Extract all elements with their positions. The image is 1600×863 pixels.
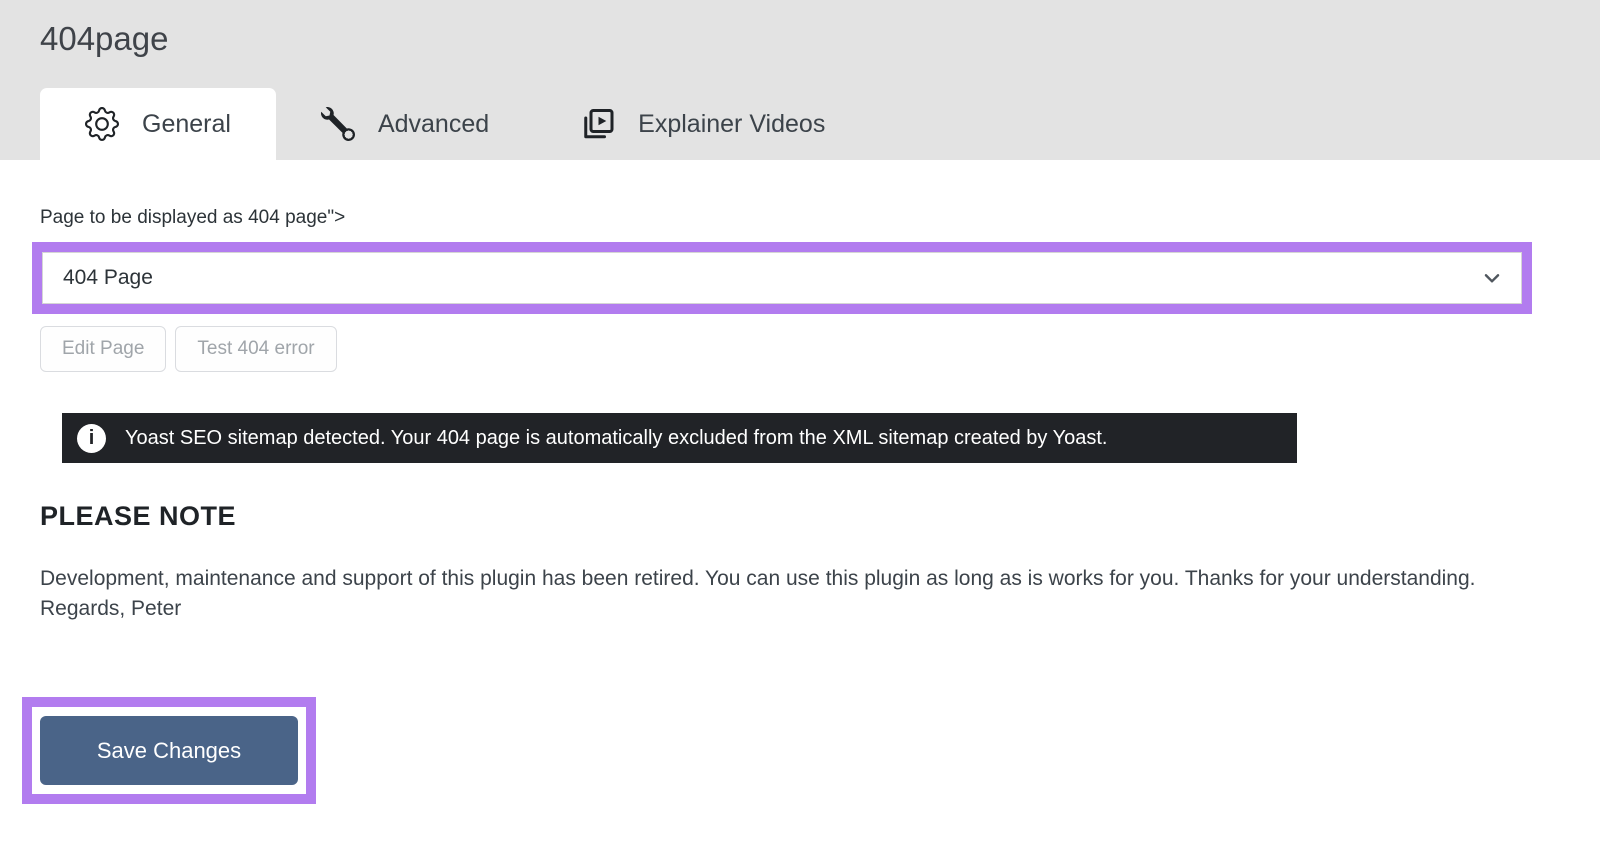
page-action-buttons: Edit Page Test 404 error — [40, 326, 1560, 372]
edit-page-button[interactable]: Edit Page — [40, 326, 167, 372]
note-signature: Regards, Peter — [40, 597, 182, 620]
wrench-icon — [320, 107, 355, 141]
tab-label: Advanced — [377, 109, 490, 138]
annotation-highlight-select: 404 Page — [32, 242, 1532, 314]
plugin-settings-header: 404page General Advanced Explainer Video… — [0, 0, 1600, 160]
gear-icon — [85, 107, 119, 141]
notice-text: Yoast SEO sitemap detected. Your 404 pag… — [125, 426, 1108, 449]
retirement-note-text: Development, maintenance and support of … — [40, 567, 1476, 590]
page-select-label: Page to be displayed as 404 page"> — [40, 207, 346, 228]
tab-panel-general: Page to be displayed as 404 page"> 404 P… — [0, 207, 1600, 804]
please-note-heading: PLEASE NOTE — [40, 501, 237, 531]
test-404-error-button[interactable]: Test 404 error — [175, 326, 337, 372]
page-select-dropdown[interactable]: 404 Page — [42, 252, 1522, 304]
save-changes-button[interactable]: Save Changes — [40, 716, 298, 785]
annotation-highlight-save: Save Changes — [22, 697, 316, 804]
page-select-value: 404 Page — [63, 266, 153, 289]
tab-advanced[interactable]: Advanced — [276, 88, 534, 160]
tab-general[interactable]: General — [40, 88, 276, 160]
tab-label: Explainer Videos — [638, 109, 826, 138]
yoast-sitemap-notice: i Yoast SEO sitemap detected. Your 404 p… — [62, 413, 1297, 463]
tab-bar: General Advanced Explainer Videos — [40, 88, 870, 160]
info-icon: i — [77, 423, 106, 453]
tab-label: General — [142, 109, 231, 138]
video-collection-icon — [579, 106, 615, 142]
chevron-down-icon — [1481, 267, 1503, 289]
page-title: 404page — [40, 20, 169, 57]
tab-explainer-videos[interactable]: Explainer Videos — [534, 88, 870, 160]
